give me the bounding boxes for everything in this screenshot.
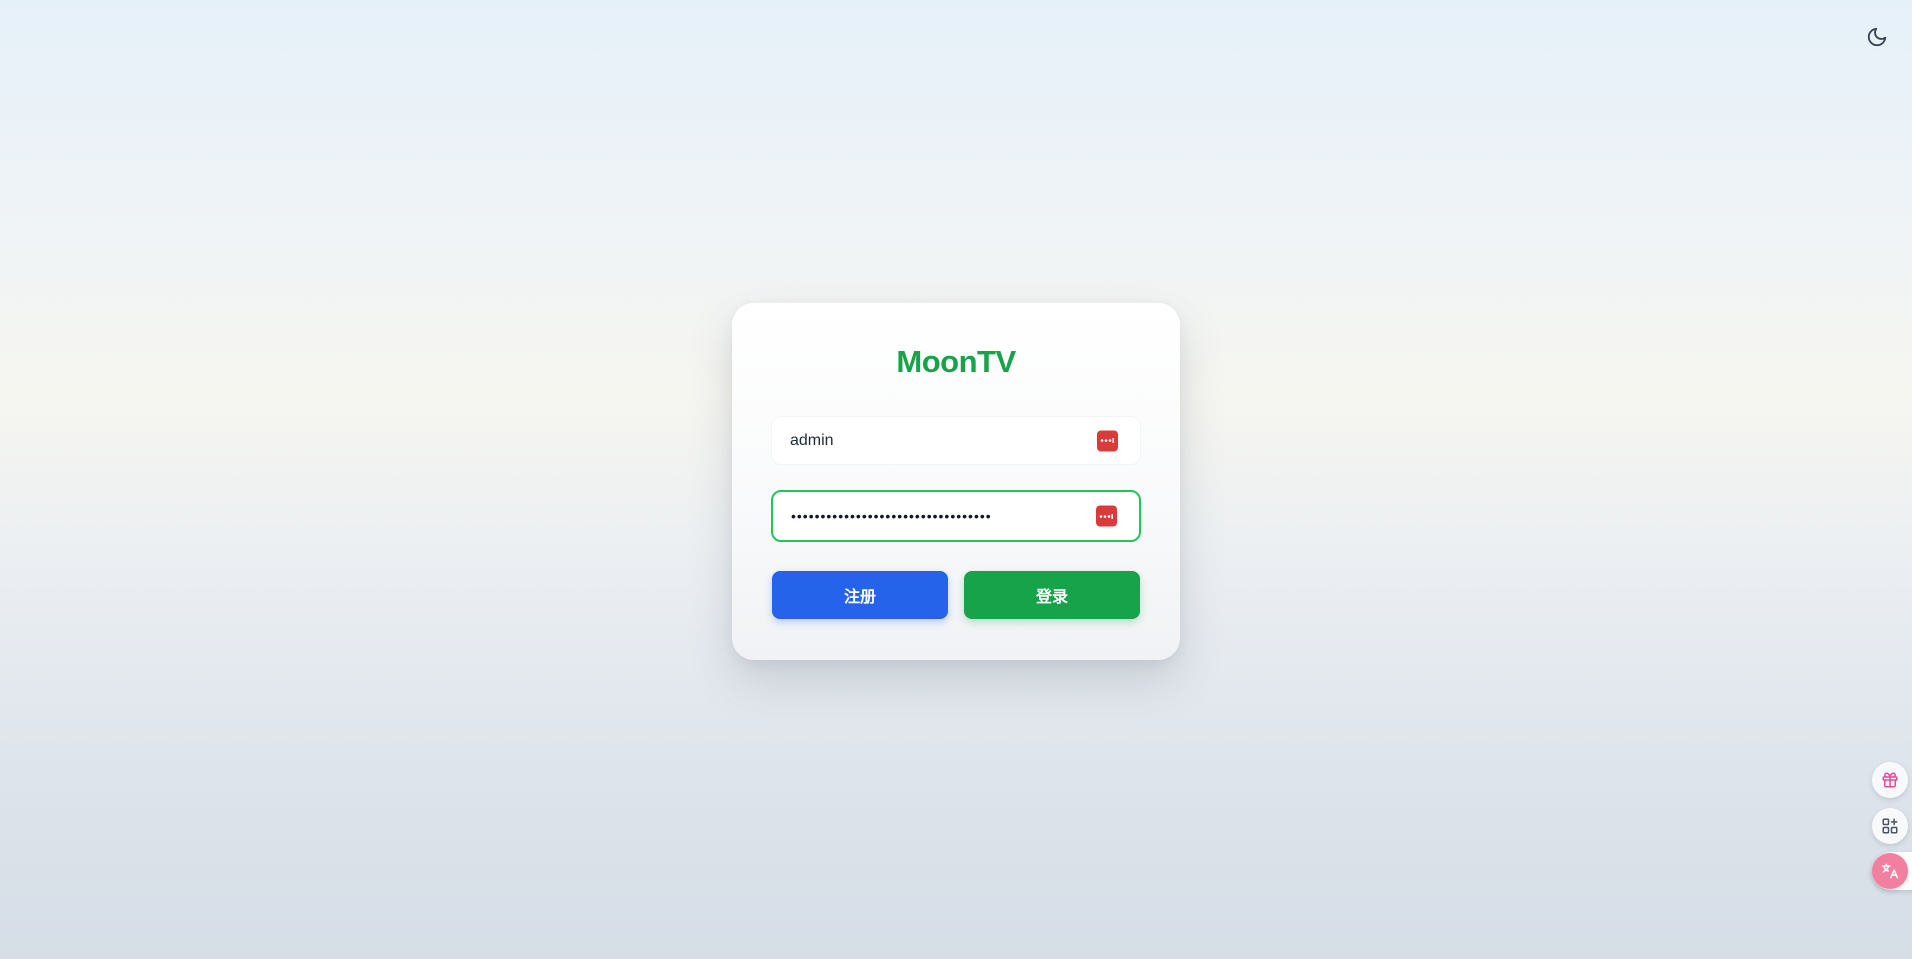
moon-icon (1867, 27, 1887, 47)
password-value[interactable]: •••••••••••••••••••••••••••••••••• (791, 508, 1121, 524)
username-field[interactable]: admin (771, 416, 1141, 465)
username-value[interactable]: admin (790, 432, 1122, 450)
login-card: MoonTV admin •••••••••••••••••••••••••••… (732, 303, 1180, 660)
login-button[interactable]: 登录 (964, 571, 1140, 619)
register-button[interactable]: 注册 (772, 571, 948, 619)
password-manager-icon[interactable] (1096, 505, 1117, 527)
translate-icon (1881, 863, 1899, 879)
apps-button[interactable] (1872, 808, 1908, 844)
apps-add-icon (1882, 818, 1898, 834)
password-manager-icon[interactable] (1097, 430, 1118, 451)
translate-button[interactable] (1872, 853, 1908, 889)
theme-toggle-button[interactable] (1862, 22, 1892, 52)
app-title: MoonTV (896, 344, 1016, 379)
gift-button[interactable] (1872, 762, 1908, 798)
gift-icon (1882, 772, 1898, 788)
password-field[interactable]: •••••••••••••••••••••••••••••••••• (771, 490, 1141, 542)
